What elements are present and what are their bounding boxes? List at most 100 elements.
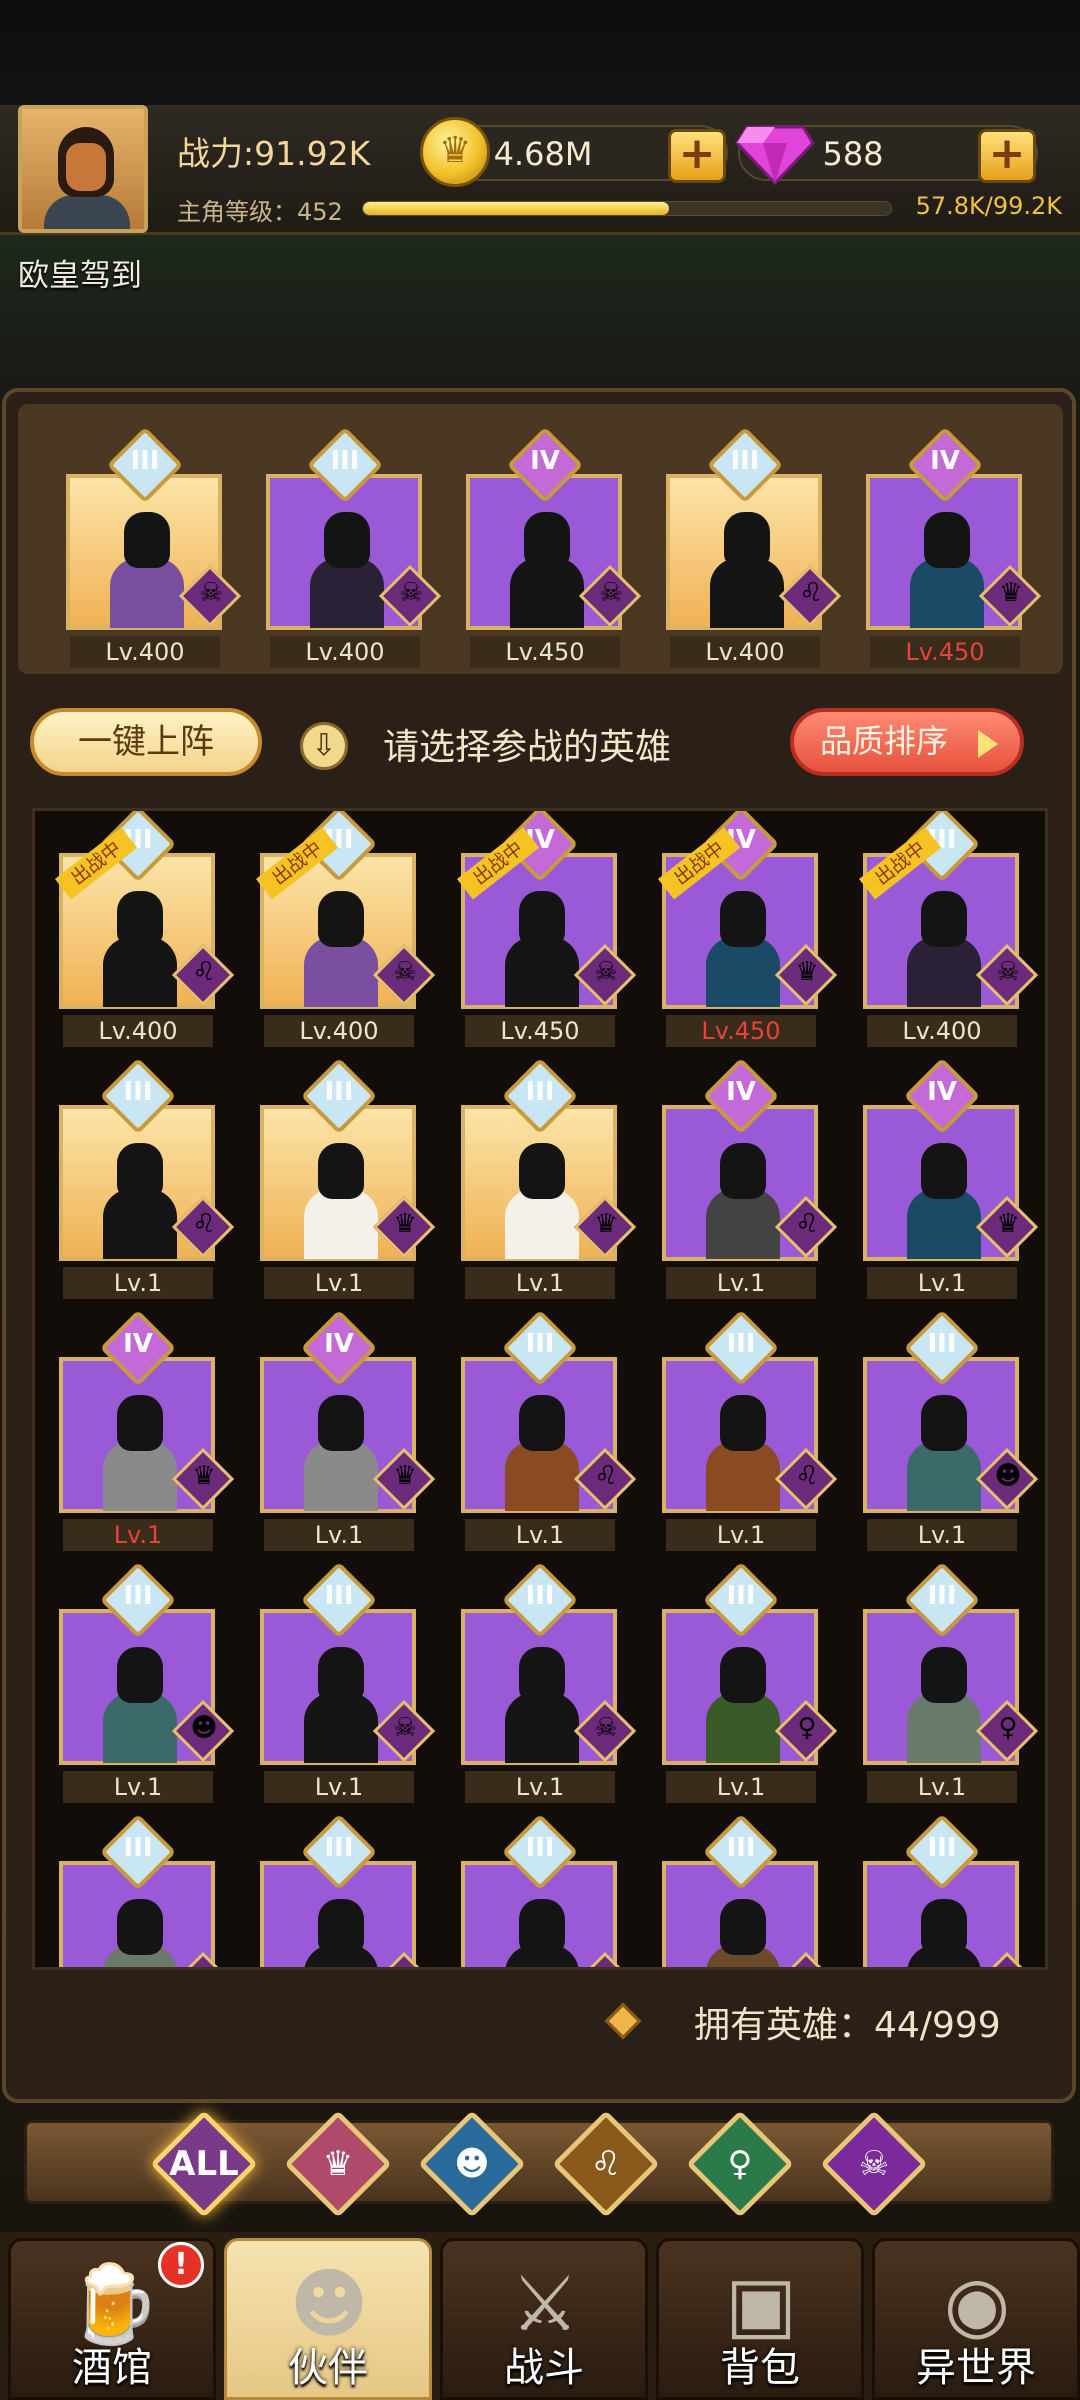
roster-hero-card[interactable]: III ♌ [461, 1813, 637, 1967]
demon-faction-icon: ☠ [178, 564, 242, 628]
sort-by-quality-button[interactable]: 品质排序 [790, 708, 1024, 776]
add-coins-button[interactable]: + [668, 129, 726, 183]
player-avatar[interactable] [18, 105, 148, 233]
coin-icon [420, 117, 490, 187]
hero-level: Lv.400 [867, 1015, 1017, 1047]
team-hero-card[interactable]: III ☠ Lv.400 [266, 426, 442, 668]
hero-level: Lv.1 [63, 1267, 213, 1299]
roster-hero-card[interactable]: IV ♛ Lv.1 [863, 1057, 1039, 1299]
rank-emblem-icon: III [300, 1813, 378, 1891]
filter-elf-icon[interactable]: ♀ [686, 2110, 794, 2218]
rank-emblem-icon: III [501, 1309, 579, 1387]
auto-deploy-button[interactable]: 一键上阵 [30, 708, 262, 776]
rank-emblem-icon: III [106, 426, 184, 504]
wing-faction-icon: ♛ [372, 1447, 436, 1511]
hero-level: Lv.450 [470, 636, 620, 668]
nav-bag-tab[interactable]: ▣ 背包 [656, 2238, 864, 2400]
top-bar: 战力:91.92K 主角等级：452 57.8K/99.2K 4.68M + 5… [0, 105, 1080, 235]
rank-emblem-icon: III [99, 1057, 177, 1135]
roster-hero-card[interactable]: III ♛ Lv.1 [461, 1057, 637, 1299]
filter-all-button[interactable]: ALL [150, 2110, 258, 2218]
rank-numeral: III [927, 1581, 957, 1611]
team-hero-card[interactable]: III ☠ Lv.400 [66, 426, 242, 668]
sea-faction-icon: ☻ [975, 1447, 1039, 1511]
roster-hero-card[interactable]: III ☻ Lv.1 [863, 1309, 1039, 1551]
rank-emblem-icon: IV [506, 426, 584, 504]
nav-partner-tab[interactable]: ☻ 伙伴 [224, 2238, 432, 2400]
team-hero-card[interactable]: IV ☠ Lv.450 [466, 426, 642, 668]
roster-hero-card[interactable]: III ♀ Lv.1 [863, 1561, 1039, 1803]
rank-emblem-icon: IV [99, 1309, 177, 1387]
roster-hero-card[interactable]: III ☠ Lv.400 出战中 [256, 811, 436, 1047]
filter-sea-icon[interactable]: ☻ [418, 2110, 526, 2218]
rank-numeral: IV [927, 1077, 957, 1107]
roster-hero-card[interactable]: III ♛ Lv.1 [260, 1057, 436, 1299]
beast-faction-icon: ♌ [774, 1447, 838, 1511]
roster-hero-card[interactable]: III ♌ [260, 1813, 436, 1967]
rank-numeral: III [123, 1077, 153, 1107]
roster-hero-card[interactable]: III ♌ Lv.1 [59, 1057, 235, 1299]
hero-level: Lv.1 [63, 1771, 213, 1803]
roster-hero-card[interactable]: III ☠ Lv.1 [461, 1561, 637, 1803]
team-hero-card[interactable]: IV ♛ Lv.450 [866, 426, 1042, 668]
rank-emblem-icon: III [501, 1813, 579, 1891]
roster-hero-card[interactable]: IV ♛ Lv.1 [59, 1309, 235, 1551]
rank-numeral: IV [930, 446, 960, 476]
hero-level: Lv.400 [63, 1015, 213, 1047]
wing-faction-icon: ♛ [372, 1195, 436, 1259]
rank-emblem-icon: IV [906, 426, 984, 504]
team-hero-card[interactable]: III ♌ Lv.400 [666, 426, 842, 668]
roster-hero-card[interactable]: IV ♌ Lv.1 [662, 1057, 838, 1299]
filter-wing-icon[interactable]: ♛ [284, 2110, 392, 2218]
beast-faction-icon: ♌ [171, 1195, 235, 1259]
nav-battle-tab[interactable]: ⚔ 战斗 [440, 2238, 648, 2400]
rank-numeral: III [130, 446, 160, 476]
nav-label: 战斗 [504, 2345, 584, 2391]
demon-faction-icon: ☠ [573, 943, 637, 1007]
notification-badge: ! [158, 2242, 204, 2288]
rank-numeral: III [525, 1329, 555, 1359]
beast-faction-icon: ♌ [573, 1447, 637, 1511]
gem-icon [735, 125, 815, 185]
player-level-label: 主角等级：452 [177, 198, 343, 226]
roster-hero-card[interactable]: III ☻ [863, 1813, 1039, 1967]
roster-hero-card[interactable]: III ☠ Lv.1 [260, 1561, 436, 1803]
filter-beast-icon[interactable]: ♌ [552, 2110, 660, 2218]
rank-emblem-icon: III [300, 1057, 378, 1135]
roster-hero-card[interactable]: III ☠ Lv.400 出战中 [859, 811, 1039, 1047]
roster-hero-card[interactable]: IV ♛ Lv.450 出战中 [658, 811, 838, 1047]
rank-emblem-icon: III [903, 1561, 981, 1639]
roster-hero-card[interactable]: III ♌ Lv.1 [461, 1309, 637, 1551]
roster-hero-card[interactable]: III ☻ Lv.1 [59, 1561, 235, 1803]
checkin-banner[interactable]: 欧皇驾到 [18, 250, 142, 295]
filter-demon-icon[interactable]: ☠ [820, 2110, 928, 2218]
elf-faction-icon: ♀ [774, 1699, 838, 1763]
elf-faction-icon: ♀ [774, 1951, 838, 1967]
rank-numeral: IV [530, 446, 560, 476]
hero-level: Lv.400 [264, 1015, 414, 1047]
roster-hero-card[interactable]: III ♌ Lv.400 出战中 [55, 811, 235, 1047]
roster-hero-card[interactable]: III ♀ Lv.1 [662, 1561, 838, 1803]
add-gems-button[interactable]: + [978, 129, 1036, 183]
roster-hero-card[interactable]: III ♀ [59, 1813, 235, 1967]
rank-numeral: III [927, 1833, 957, 1863]
beast-faction-icon: ♌ [774, 1195, 838, 1259]
roster-hero-card[interactable]: III ♀ [662, 1813, 838, 1967]
nav-label: 酒馆 [72, 2345, 152, 2391]
rank-numeral: III [726, 1833, 756, 1863]
roster-hero-card[interactable]: IV ♛ Lv.1 [260, 1309, 436, 1551]
rank-numeral: III [525, 1833, 555, 1863]
nav-otherworld-tab[interactable]: ◉ 异世界 [872, 2238, 1080, 2400]
rank-numeral: III [525, 1581, 555, 1611]
hero-roster-grid[interactable]: III ♌ Lv.400 出战中 III ☠ Lv.400 出战中 IV ☠ Lv.450 出战中 IV… [32, 808, 1048, 1970]
rank-emblem-icon: IV [702, 1057, 780, 1135]
rank-numeral: III [726, 1581, 756, 1611]
roster-hero-card[interactable]: III ♌ Lv.1 [662, 1309, 838, 1551]
demon-faction-icon: ☠ [578, 564, 642, 628]
hero-level: Lv.1 [867, 1771, 1017, 1803]
hero-level: Lv.1 [867, 1519, 1017, 1551]
roster-hero-card[interactable]: IV ☠ Lv.450 出战中 [457, 811, 637, 1047]
rank-numeral: III [730, 446, 760, 476]
demon-faction-icon: ☠ [975, 943, 1039, 1007]
rank-emblem-icon: III [99, 1813, 177, 1891]
